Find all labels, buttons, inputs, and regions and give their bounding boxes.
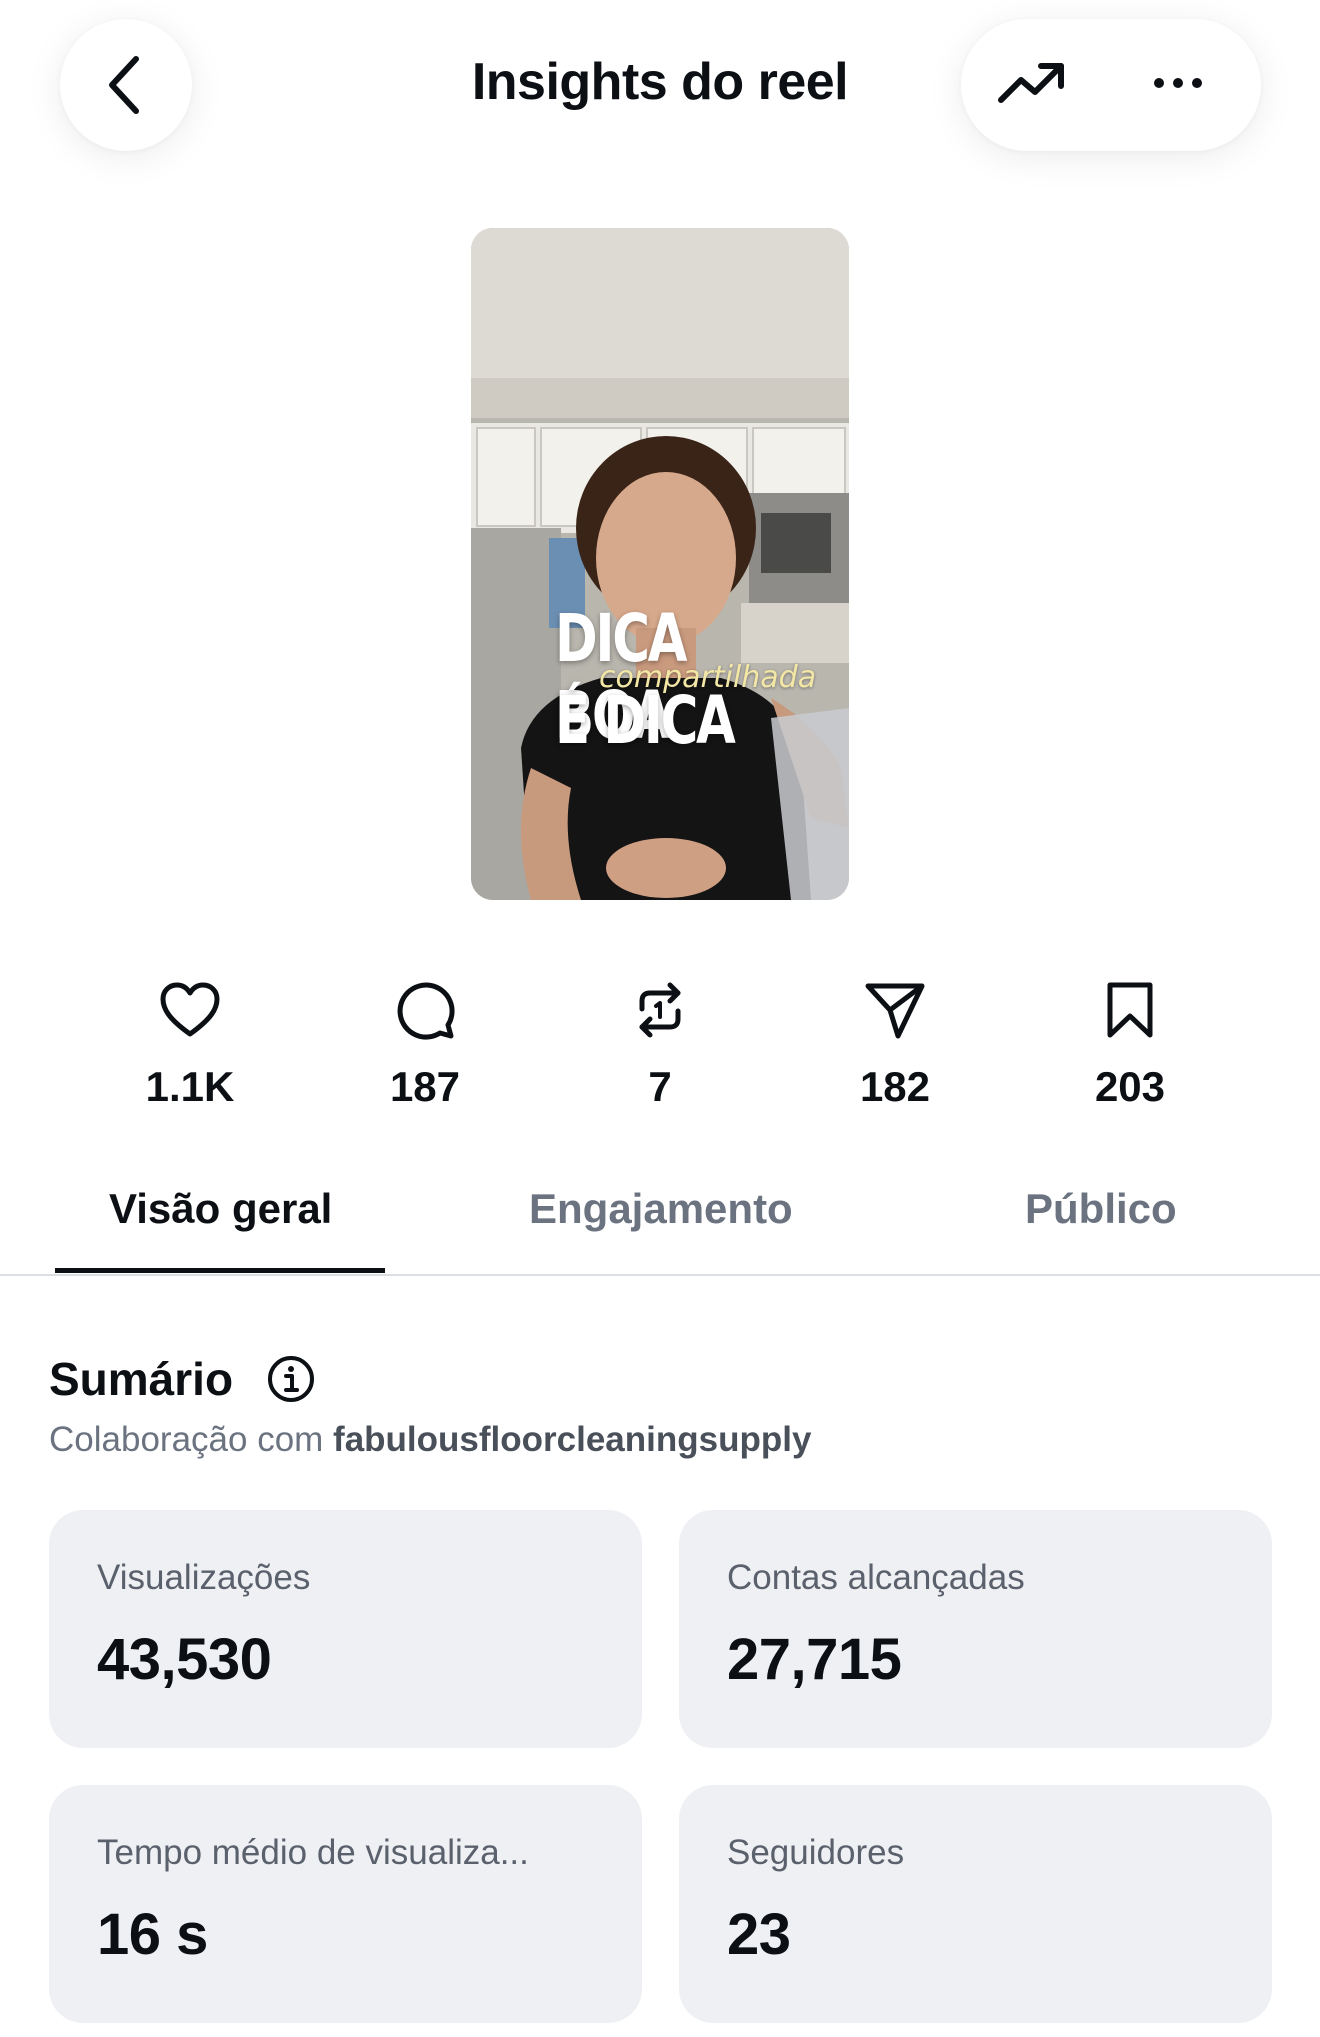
saves-count: 203	[1094, 1063, 1166, 1110]
collaborator-name[interactable]: fabulousfloorcleaningsupply	[333, 1420, 811, 1459]
metric-value: 27,715	[727, 1627, 902, 1692]
tab-engagement[interactable]: Engajamento	[529, 1185, 793, 1233]
metric-card-followers[interactable]: Seguidores 23	[679, 1785, 1272, 2023]
more-options-button[interactable]	[1153, 76, 1203, 95]
comments-count: 187	[389, 1063, 461, 1110]
bookmark-icon	[1107, 982, 1153, 1038]
stat-saves: 203	[1040, 975, 1220, 1111]
tab-audience[interactable]: Público	[1025, 1185, 1177, 1233]
repost-icon	[639, 982, 681, 1038]
reel-overlay-title-2: É DICA	[555, 682, 736, 759]
stat-shares: 182	[805, 975, 985, 1111]
section-title: Sumário	[49, 1353, 234, 1405]
metric-card-views[interactable]: Visualizações 43,530	[49, 1510, 642, 1748]
trends-button[interactable]	[997, 58, 1067, 113]
metric-value: 43,530	[97, 1627, 272, 1692]
collaboration-subtitle: Colaboração com fabulousfloorcleaningsup…	[49, 1420, 811, 1460]
stat-reposts: 7	[570, 975, 750, 1111]
trending-up-icon	[998, 62, 1064, 103]
metric-label: Visualizações	[97, 1558, 311, 1597]
reel-insights-screen: Insights do reel DICA BOA compartilhada …	[0, 0, 1320, 2037]
header-actions	[961, 19, 1261, 151]
stat-likes: 1.1K	[100, 975, 280, 1111]
metric-value: 16 s	[97, 1902, 208, 1967]
metric-value: 23	[727, 1902, 791, 1967]
metric-label: Tempo médio de visualiza...	[97, 1833, 529, 1872]
tabs-divider	[0, 1274, 1320, 1276]
metric-label: Contas alcançadas	[727, 1558, 1025, 1597]
metric-label: Seguidores	[727, 1833, 905, 1872]
metric-card-avg-watch-time[interactable]: Tempo médio de visualiza... 16 s	[49, 1785, 642, 2023]
shares-count: 182	[859, 1063, 931, 1110]
tab-overview[interactable]: Visão geral	[109, 1185, 332, 1233]
stat-comments: 187	[335, 975, 515, 1111]
reel-thumbnail-image	[471, 228, 849, 900]
more-horizontal-icon	[1154, 77, 1202, 88]
reel-thumbnail[interactable]: DICA BOA compartilhada É DICA	[471, 228, 849, 900]
heart-icon	[160, 982, 220, 1037]
reposts-count: 7	[648, 1063, 672, 1110]
comment-icon	[397, 982, 455, 1040]
collaboration-prefix: Colaboração com	[49, 1420, 324, 1459]
active-tab-indicator	[55, 1268, 385, 1273]
info-icon[interactable]	[266, 1354, 316, 1404]
metric-card-accounts-reached[interactable]: Contas alcançadas 27,715	[679, 1510, 1272, 1748]
share-icon	[865, 983, 925, 1039]
likes-count: 1.1K	[145, 1063, 235, 1110]
